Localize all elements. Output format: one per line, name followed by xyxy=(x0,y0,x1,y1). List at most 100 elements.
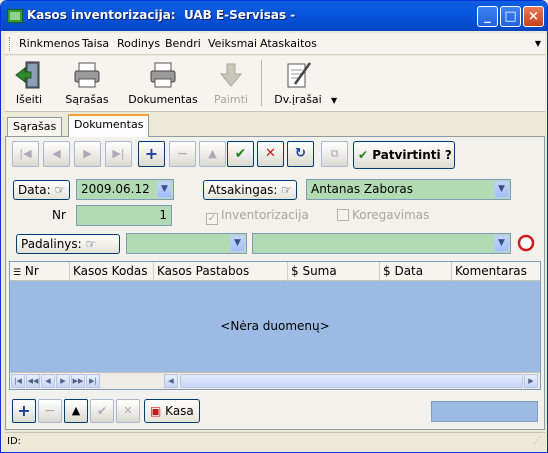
add-record-button[interactable]: + xyxy=(138,141,165,167)
status-bar: ID: ⋰ xyxy=(5,432,545,450)
grid-col-kasos-pastabos[interactable]: Kasos Pastabos xyxy=(154,262,288,281)
empty-grid-message: <Nėra duomenų> xyxy=(220,319,330,333)
down-arrow-icon xyxy=(219,63,243,87)
responsible-picker-button[interactable]: Atsakingas: ☞ xyxy=(203,180,298,200)
window-title: Kasos inventorizacija: UAB E-Servisas - xyxy=(27,8,296,22)
chevron-down-icon[interactable]: ▼ xyxy=(157,181,172,198)
chevron-down-icon[interactable]: ▼ xyxy=(230,235,245,252)
menu-veiksmai[interactable]: Veiksmai xyxy=(208,37,257,50)
close-button[interactable]: × xyxy=(523,6,544,27)
menu-rodinys[interactable]: Rodinys xyxy=(117,37,160,50)
grid-col-kasos-kodas[interactable]: Kasos Kodas xyxy=(70,262,154,281)
menu-bendri[interactable]: Bendri xyxy=(165,37,201,50)
document-print-button[interactable]: Dokumentas xyxy=(125,58,201,110)
grid-col-nr[interactable]: ☰ Nr xyxy=(10,262,70,281)
first-record-button[interactable]: |◀ xyxy=(12,141,39,167)
exit-button[interactable]: Išeiti xyxy=(11,58,47,110)
app-window: Kasos inventorizacija: UAB E-Servisas - … xyxy=(0,0,548,453)
stop-circle-icon[interactable] xyxy=(517,234,535,252)
post-record-button[interactable]: ✔ xyxy=(227,141,254,167)
scroll-first-icon[interactable]: |◀ xyxy=(11,374,25,388)
scroll-right-icon[interactable]: ▶ xyxy=(524,374,538,388)
printer-icon xyxy=(74,62,100,88)
title-bar[interactable]: Kasos inventorizacija: UAB E-Servisas - … xyxy=(1,1,547,31)
hand-pointer-icon: ☞ xyxy=(85,237,97,251)
menu-taisa[interactable]: Taisa xyxy=(82,37,109,50)
correction-label: Koregavimas xyxy=(352,208,430,222)
inventory-checkbox[interactable]: ✓ Inventorizacija xyxy=(206,208,309,225)
status-id-label: ID: xyxy=(7,436,22,447)
responsible-field[interactable]: Antanas Zaboras ▼ xyxy=(306,179,511,200)
tab-list[interactable]: Sąrašas xyxy=(7,117,63,137)
prev-record-button[interactable]: ◀ xyxy=(43,141,70,167)
menu-rinkmenos[interactable]: Rinkmenos xyxy=(19,37,80,50)
nr-field[interactable]: 1 xyxy=(76,205,172,226)
grid-menu-icon[interactable]: ☰ xyxy=(13,268,21,278)
post-row-button[interactable]: ✔ xyxy=(90,399,114,423)
department-picker-button[interactable]: Padalinys: ☞ xyxy=(16,234,120,254)
take-button[interactable]: Paimti xyxy=(211,58,251,110)
grid-col-data[interactable]: $ Data xyxy=(380,262,452,281)
department-code-field[interactable]: ▼ xyxy=(126,233,247,254)
menu-ataskaitos[interactable]: Ataskaitos xyxy=(260,37,317,50)
double-entries-button[interactable]: Dv.įrašai xyxy=(271,58,325,110)
cash-register-icon: ▣ xyxy=(150,404,162,418)
delete-row-button[interactable]: − xyxy=(38,399,62,423)
menu-bar: Rinkmenos Taisa Rodinys Bendri Veiksmai … xyxy=(5,33,545,55)
inventory-grid[interactable]: ☰ Nr Kasos Kodas Kasos Pastabos $ Suma $… xyxy=(9,261,541,390)
cash-register-button[interactable]: ▣ Kasa xyxy=(144,399,200,423)
delete-record-button[interactable]: − xyxy=(169,141,196,167)
hand-pointer-icon: ☞ xyxy=(54,183,66,197)
chevron-down-icon[interactable]: ▼ xyxy=(494,181,509,198)
next-record-button[interactable]: ▶ xyxy=(74,141,101,167)
tab-document[interactable]: Dokumentas xyxy=(68,114,150,137)
responsible-value: Antanas Zaboras xyxy=(311,182,413,196)
grid-col-komentaras[interactable]: Komentaras xyxy=(452,262,540,281)
chevron-down-icon[interactable]: ▼ xyxy=(494,235,509,252)
summary-field xyxy=(431,401,538,422)
copy-icon[interactable]: ⧉ xyxy=(321,141,348,167)
scroll-left-icon[interactable]: ◀ xyxy=(164,374,178,388)
scroll-next-icon[interactable]: ▶ xyxy=(56,374,70,388)
scroll-prev-page-icon[interactable]: ◀◀ xyxy=(26,374,40,388)
add-row-button[interactable]: + xyxy=(12,399,36,423)
cancel-record-button[interactable]: ✕ xyxy=(257,141,284,167)
responsible-label: Atsakingas: xyxy=(208,183,278,197)
department-label: Padalinys: xyxy=(21,237,82,251)
maximize-button[interactable]: □ xyxy=(500,6,521,27)
department-name-field[interactable]: ▼ xyxy=(252,233,511,254)
scroll-thumb[interactable] xyxy=(180,374,523,388)
inventory-label: Inventorizacija xyxy=(221,208,309,222)
resize-grip-icon[interactable]: ⋰ xyxy=(533,433,542,450)
grid-header: ☰ Nr Kasos Kodas Kasos Pastabos $ Suma $… xyxy=(10,262,540,281)
confirm-label: Patvirtinti ? xyxy=(372,148,452,162)
correction-checkbox[interactable]: Koregavimas xyxy=(337,208,429,222)
nr-label: Nr xyxy=(52,208,66,222)
cancel-row-button[interactable]: ✕ xyxy=(116,399,140,423)
edit-record-button[interactable]: ▲ xyxy=(199,141,226,167)
date-value: 2009.06.12 xyxy=(81,182,150,196)
refresh-button[interactable]: ↻ xyxy=(287,141,314,167)
last-record-button[interactable]: ▶| xyxy=(105,141,132,167)
horizontal-scrollbar[interactable]: |◀ ◀◀ ◀ ▶ ▶▶ ▶| ◀ ▶ xyxy=(10,372,540,389)
exit-door-icon xyxy=(15,61,40,89)
toolbar-dropdown-icon[interactable]: ▼ xyxy=(331,96,337,105)
date-label: Data: xyxy=(18,183,51,197)
detail-toolbar: + − ▲ ✔ ✕ ▣ Kasa xyxy=(6,395,544,429)
scroll-next-page-icon[interactable]: ▶▶ xyxy=(71,374,85,388)
checkbox-unchecked-icon xyxy=(337,209,349,221)
toolbar: Išeiti Sąrašas Dokumentas Paimti Dv.įraš… xyxy=(5,56,545,112)
scroll-prev-icon[interactable]: ◀ xyxy=(41,374,55,388)
date-field[interactable]: 2009.06.12 ▼ xyxy=(76,179,174,200)
edit-row-button[interactable]: ▲ xyxy=(64,399,88,423)
minimize-button[interactable]: _ xyxy=(477,6,498,27)
confirm-button[interactable]: ✔ Patvirtinti ? xyxy=(353,141,455,169)
menu-overflow-icon[interactable]: ▼ xyxy=(535,39,541,48)
cash-register-label: Kasa xyxy=(165,404,194,418)
scroll-last-icon[interactable]: ▶| xyxy=(86,374,100,388)
list-print-button[interactable]: Sąrašas xyxy=(61,58,113,110)
date-picker-button[interactable]: Data: ☞ xyxy=(13,180,71,200)
grid-col-suma[interactable]: $ Suma xyxy=(288,262,380,281)
hand-pointer-icon: ☞ xyxy=(281,183,293,197)
toolbar-separator xyxy=(261,60,262,106)
